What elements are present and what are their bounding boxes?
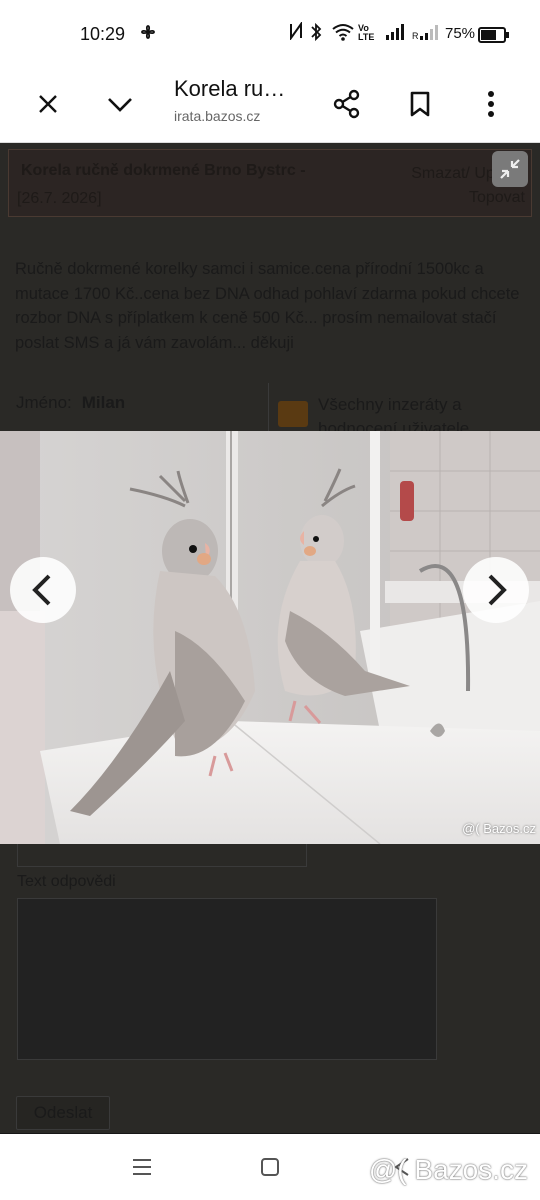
home-button[interactable] bbox=[250, 1150, 290, 1184]
more-options-button[interactable] bbox=[469, 82, 513, 126]
listing-date: [26.7. 2026] bbox=[17, 190, 102, 207]
minimize-button[interactable] bbox=[98, 82, 142, 126]
listing-header: Korela ručně dokrmené Brno Bystrc - [26.… bbox=[8, 149, 532, 217]
reply-email-field[interactable] bbox=[17, 844, 307, 867]
reply-text-label: Text odpovědi bbox=[17, 873, 116, 890]
system-nav-bar: @( Bazos.cz bbox=[0, 1134, 540, 1200]
submit-button[interactable]: Odeslat bbox=[16, 1096, 110, 1130]
id-card-icon bbox=[278, 401, 308, 427]
signal-icon bbox=[385, 22, 407, 47]
close-icon bbox=[39, 95, 57, 113]
share-icon bbox=[333, 89, 360, 119]
signal-r-icon: R bbox=[412, 22, 440, 47]
share-button[interactable] bbox=[325, 82, 369, 126]
home-icon bbox=[261, 1158, 279, 1176]
collapse-icon bbox=[500, 159, 520, 179]
bookmark-button[interactable] bbox=[398, 82, 442, 126]
seller-name: Milan bbox=[81, 393, 126, 412]
name-label: Jméno: bbox=[16, 393, 72, 412]
status-time: 10:29 bbox=[80, 24, 126, 44]
status-bar: 10:29 Vo LTE R 75% bbox=[0, 0, 540, 68]
cockatiel-photo bbox=[0, 431, 540, 844]
fan-icon bbox=[138, 22, 158, 47]
close-tab-button[interactable] bbox=[26, 82, 70, 126]
chevron-left-icon bbox=[32, 574, 51, 606]
bazos-watermark: @( Bazos.cz bbox=[368, 1154, 528, 1185]
page-title[interactable]: Korela ru… bbox=[174, 76, 285, 102]
gallery-photo[interactable] bbox=[0, 431, 540, 844]
wifi-icon bbox=[331, 22, 355, 47]
volte-icon: Vo LTE bbox=[358, 23, 375, 42]
nfc-icon bbox=[288, 20, 304, 45]
battery-level bbox=[481, 30, 496, 40]
next-image-button[interactable] bbox=[463, 557, 529, 623]
listing-description: Ručně dokrmené korelky samci i samice.ce… bbox=[15, 260, 520, 352]
bookmark-icon bbox=[410, 91, 430, 117]
previous-image-button[interactable] bbox=[10, 557, 76, 623]
more-vert-icon bbox=[488, 91, 494, 117]
listing-title: Korela ručně dokrmené Brno Bystrc - bbox=[21, 162, 306, 179]
browser-toolbar: Korela ru… irata.bazos.cz bbox=[0, 68, 540, 143]
recents-button[interactable] bbox=[122, 1150, 162, 1184]
svg-text:R: R bbox=[412, 31, 419, 41]
reply-textarea[interactable] bbox=[17, 898, 437, 1060]
seller-name-row: Jméno: Milan bbox=[16, 393, 125, 413]
chevron-down-icon bbox=[108, 98, 132, 112]
bluetooth-icon bbox=[309, 22, 323, 47]
info-divider bbox=[268, 383, 269, 433]
recents-icon bbox=[133, 1159, 151, 1175]
chevron-right-icon bbox=[488, 574, 507, 606]
photo-watermark: @( Bazos.cz bbox=[462, 821, 536, 836]
collapse-gallery-button[interactable] bbox=[492, 151, 528, 187]
top-link[interactable]: Topovat bbox=[411, 186, 525, 210]
battery-icon bbox=[478, 27, 509, 43]
page-url[interactable]: irata.bazos.cz bbox=[174, 108, 260, 124]
battery-percent: 75% bbox=[445, 25, 476, 42]
